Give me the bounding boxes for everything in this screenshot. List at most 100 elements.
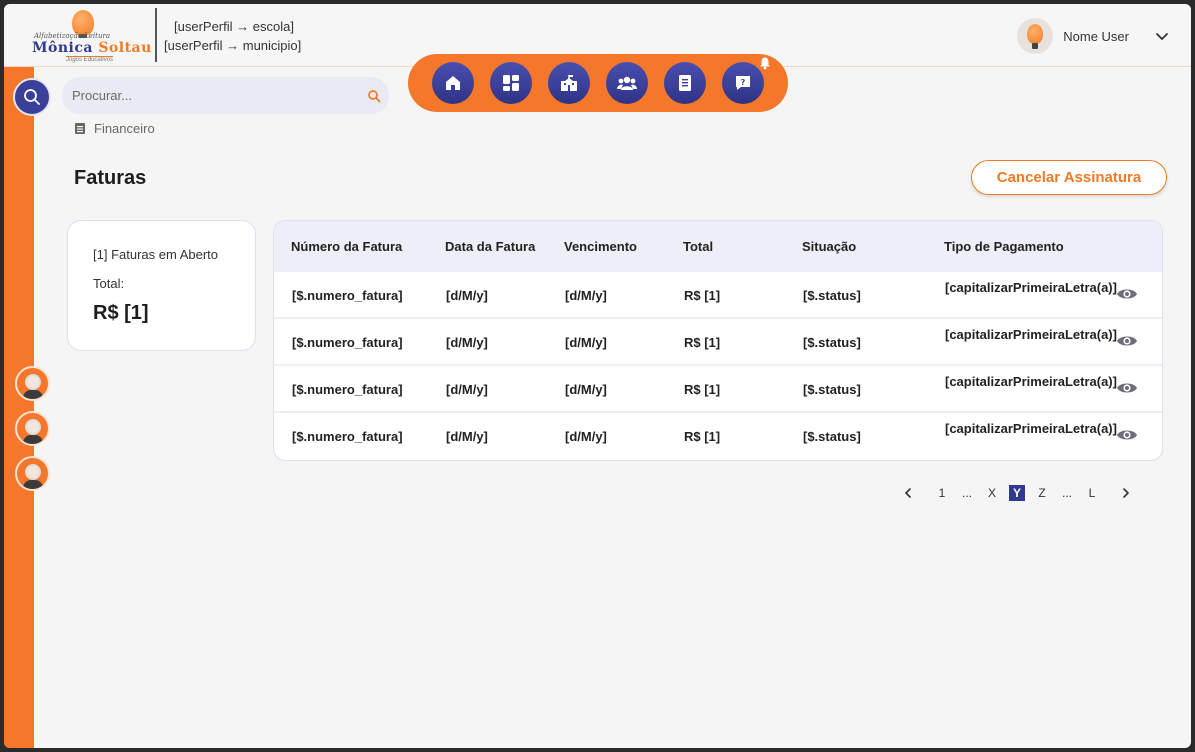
lightbulb-icon [1027, 24, 1044, 49]
column-header: Número da Fatura [291, 239, 403, 254]
user-avatar[interactable] [1017, 18, 1054, 54]
logo-brand-first: Mônica [32, 40, 93, 56]
document-icon [679, 75, 691, 91]
header-divider [155, 8, 157, 62]
cell-total: R$ [1] [684, 288, 721, 303]
cell-invoice-number: [$.numero_fatura] [292, 288, 403, 303]
cell-status: [$.status] [803, 429, 861, 444]
total-label: Total: [93, 276, 125, 291]
logo-subtitle: Jogos Educativos [66, 56, 114, 63]
page-ellipsis: ... [961, 486, 972, 500]
cell-invoice-number: [$.numero_fatura] [292, 335, 403, 350]
cell-status: [$.status] [803, 382, 861, 397]
page-link[interactable]: Z [1034, 485, 1050, 501]
cancel-subscription-button[interactable]: Cancelar Assinatura [971, 160, 1167, 195]
cell-payment-type: [capitalizarPrimeiraLetra(a)] [945, 421, 1117, 436]
nav-dashboard-button[interactable] [490, 62, 532, 104]
cell-total: R$ [1] [684, 429, 721, 444]
dashboard-icon [503, 75, 519, 91]
face-icon [25, 419, 41, 435]
logo-tagline: Alfabetização Leitura [34, 32, 110, 40]
page-link[interactable]: L [1084, 485, 1100, 501]
cell-payment-type: [capitalizarPrimeiraLetra(a)] [945, 280, 1117, 295]
user-name[interactable]: Nome User [1063, 29, 1129, 44]
cell-status: [$.status] [803, 335, 861, 350]
nav-school-button[interactable] [548, 62, 590, 104]
home-icon [446, 76, 460, 90]
student-avatar-2[interactable] [15, 411, 50, 446]
search-input[interactable] [72, 77, 352, 114]
app-window: Alfabetização Leitura Mônica Soltau Jogo… [4, 4, 1191, 748]
chevron-down-icon[interactable] [1155, 29, 1169, 43]
cell-payment-type: [capitalizarPrimeiraLetra(a)] [945, 374, 1117, 389]
search-bar [62, 77, 389, 114]
user-menu[interactable]: Nome User [1017, 17, 1169, 55]
nav-documents-button[interactable] [664, 62, 706, 104]
column-header: Vencimento [564, 239, 637, 254]
face-icon [25, 374, 41, 390]
profile-school: [userPerfil → escola] [174, 19, 294, 34]
document-icon [75, 123, 85, 134]
eye-icon[interactable] [1116, 427, 1138, 443]
page-title: Faturas [74, 167, 147, 189]
search-icon [24, 89, 40, 105]
cell-due-date: [d/M/y] [565, 335, 607, 350]
users-icon [617, 76, 637, 90]
student-avatar-1[interactable] [15, 366, 50, 401]
table-row: [$.numero_fatura] [d/M/y] [d/M/y] R$ [1]… [274, 411, 1162, 458]
eye-icon[interactable] [1116, 333, 1138, 349]
profile-municipality: [userPerfil → municipio] [164, 38, 302, 53]
pagination: 1 ... X Y Z ... L [900, 484, 1134, 502]
student-avatar-3[interactable] [15, 456, 50, 491]
page-link-active[interactable]: Y [1009, 485, 1025, 501]
cell-total: R$ [1] [684, 335, 721, 350]
column-header: Situação [802, 239, 857, 254]
page-ellipsis: ... [1061, 486, 1072, 500]
help-icon: ? [736, 76, 750, 90]
logo-brand-second: Soltau [98, 40, 152, 56]
cell-invoice-date: [d/M/y] [446, 429, 488, 444]
page-link[interactable]: 1 [934, 485, 950, 501]
column-header: Total [683, 239, 714, 254]
total-value: R$ [1] [93, 302, 149, 324]
school-icon [561, 75, 577, 91]
table-header: Número da Fatura Data da Fatura Vencimen… [274, 221, 1162, 270]
search-toggle-button[interactable] [13, 78, 51, 116]
table-row: [$.numero_fatura] [d/M/y] [d/M/y] R$ [1]… [274, 270, 1162, 317]
cell-due-date: [d/M/y] [565, 382, 607, 397]
chevron-left-icon[interactable] [900, 485, 916, 501]
logo[interactable]: Alfabetização Leitura Mônica Soltau Jogo… [32, 10, 151, 63]
main-nav: ? [408, 54, 788, 112]
eye-icon[interactable] [1116, 286, 1138, 302]
cell-status: [$.status] [803, 288, 861, 303]
cell-due-date: [d/M/y] [565, 429, 607, 444]
open-invoices-count: [1] Faturas em Aberto [93, 247, 219, 262]
breadcrumb: Financeiro [74, 121, 155, 136]
invoices-table: Número da Fatura Data da Fatura Vencimen… [273, 220, 1163, 461]
eye-icon[interactable] [1116, 380, 1138, 396]
breadcrumb-financeiro[interactable]: Financeiro [94, 121, 155, 136]
table-row: [$.numero_fatura] [d/M/y] [d/M/y] R$ [1]… [274, 317, 1162, 364]
cell-invoice-date: [d/M/y] [446, 335, 488, 350]
cell-invoice-date: [d/M/y] [446, 288, 488, 303]
chevron-right-icon[interactable] [1118, 485, 1134, 501]
table-row: [$.numero_fatura] [d/M/y] [d/M/y] R$ [1]… [274, 364, 1162, 411]
content-corner [34, 67, 48, 748]
cell-invoice-date: [d/M/y] [446, 382, 488, 397]
profile-info: [userPerfil → escola] [userPerfil → muni… [164, 17, 301, 55]
cell-invoice-number: [$.numero_fatura] [292, 429, 403, 444]
bell-icon[interactable] [758, 56, 772, 70]
column-header: Data da Fatura [445, 239, 536, 254]
summary-card: [1] Faturas em Aberto Total: R$ [1] [67, 220, 256, 351]
nav-home-button[interactable] [432, 62, 474, 104]
cell-payment-type: [capitalizarPrimeiraLetra(a)] [945, 327, 1117, 342]
cell-due-date: [d/M/y] [565, 288, 607, 303]
svg-text:?: ? [741, 78, 746, 87]
nav-help-button[interactable]: ? [722, 57, 770, 104]
face-icon [25, 464, 41, 480]
nav-users-button[interactable] [606, 62, 648, 104]
logo-brand: Mônica Soltau [32, 40, 152, 56]
page-link[interactable]: X [984, 485, 1000, 501]
cell-total: R$ [1] [684, 382, 721, 397]
search-icon[interactable] [367, 89, 381, 103]
